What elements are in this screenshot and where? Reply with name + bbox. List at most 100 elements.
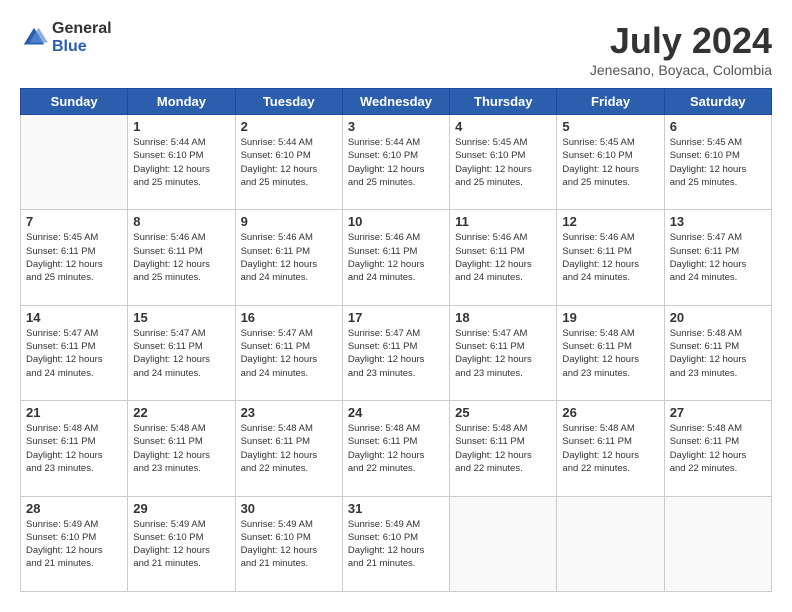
day-info: Sunrise: 5:48 AM Sunset: 6:11 PM Dayligh… <box>133 422 229 475</box>
day-number: 22 <box>133 405 229 420</box>
calendar-cell: 8 Sunrise: 5:46 AM Sunset: 6:11 PM Daylig… <box>128 210 235 305</box>
calendar-cell: 1Sunrise: 5:44 AM Sunset: 6:10 PM Daylig… <box>128 115 235 210</box>
calendar-cell: 21 Sunrise: 5:48 AM Sunset: 6:11 PM Dayli… <box>21 401 128 496</box>
day-info: Sunrise: 5:48 AM Sunset: 6:11 PM Dayligh… <box>670 327 766 380</box>
day-info: Sunrise: 5:47 AM Sunset: 6:11 PM Dayligh… <box>348 327 444 380</box>
calendar-cell: 19Sunrise: 5:48 AM Sunset: 6:11 PM Dayli… <box>557 305 664 400</box>
day-info: Sunrise: 5:44 AM Sunset: 6:10 PM Dayligh… <box>241 136 337 189</box>
col-saturday: Saturday <box>664 89 771 115</box>
day-info: Sunrise: 5:46 AM Sunset: 6:11 PM Dayligh… <box>241 231 337 284</box>
day-info: Sunrise: 5:46 AM Sunset: 6:11 PM Dayligh… <box>133 231 229 284</box>
day-number: 24 <box>348 405 444 420</box>
day-number: 12 <box>562 214 658 229</box>
day-number: 26 <box>562 405 658 420</box>
week-row-3: 14 Sunrise: 5:47 AM Sunset: 6:11 PM Dayli… <box>21 305 772 400</box>
calendar-cell: 13Sunrise: 5:47 AM Sunset: 6:11 PM Dayli… <box>664 210 771 305</box>
day-info: Sunrise: 5:46 AM Sunset: 6:11 PM Dayligh… <box>562 231 658 284</box>
day-info: Sunrise: 5:49 AM Sunset: 6:10 PM Dayligh… <box>241 518 337 571</box>
day-info: Sunrise: 5:45 AM Sunset: 6:10 PM Dayligh… <box>455 136 551 189</box>
day-number: 5 <box>562 119 658 134</box>
day-info: Sunrise: 5:46 AM Sunset: 6:11 PM Dayligh… <box>455 231 551 284</box>
calendar-cell: 18 Sunrise: 5:47 AM Sunset: 6:11 PM Dayli… <box>450 305 557 400</box>
calendar-cell: 5Sunrise: 5:45 AM Sunset: 6:10 PM Daylig… <box>557 115 664 210</box>
calendar-cell: 17Sunrise: 5:47 AM Sunset: 6:11 PM Dayli… <box>342 305 449 400</box>
calendar-cell: 4 Sunrise: 5:45 AM Sunset: 6:10 PM Daylig… <box>450 115 557 210</box>
calendar-cell: 10 Sunrise: 5:46 AM Sunset: 6:11 PM Dayli… <box>342 210 449 305</box>
calendar-header-row: Sunday Monday Tuesday Wednesday Thursday… <box>21 89 772 115</box>
logo: General Blue <box>20 20 112 55</box>
day-number: 13 <box>670 214 766 229</box>
day-info: Sunrise: 5:47 AM Sunset: 6:11 PM Dayligh… <box>455 327 551 380</box>
logo-general-text: General <box>52 20 112 38</box>
day-info: Sunrise: 5:47 AM Sunset: 6:11 PM Dayligh… <box>241 327 337 380</box>
day-number: 9 <box>241 214 337 229</box>
col-monday: Monday <box>128 89 235 115</box>
day-number: 28 <box>26 501 122 516</box>
calendar-cell: 16 Sunrise: 5:47 AM Sunset: 6:11 PM Dayli… <box>235 305 342 400</box>
day-info: Sunrise: 5:48 AM Sunset: 6:11 PM Dayligh… <box>562 327 658 380</box>
calendar-cell <box>664 496 771 591</box>
logo-icon <box>20 24 48 52</box>
day-info: Sunrise: 5:44 AM Sunset: 6:10 PM Dayligh… <box>348 136 444 189</box>
day-info: Sunrise: 5:45 AM Sunset: 6:10 PM Dayligh… <box>670 136 766 189</box>
calendar-cell: 11 Sunrise: 5:46 AM Sunset: 6:11 PM Dayli… <box>450 210 557 305</box>
calendar-cell <box>21 115 128 210</box>
logo-text: General Blue <box>52 20 112 55</box>
calendar-cell: 23 Sunrise: 5:48 AM Sunset: 6:11 PM Dayli… <box>235 401 342 496</box>
day-number: 1 <box>133 119 229 134</box>
day-info: Sunrise: 5:48 AM Sunset: 6:11 PM Dayligh… <box>26 422 122 475</box>
calendar-cell: 25Sunrise: 5:48 AM Sunset: 6:11 PM Dayli… <box>450 401 557 496</box>
week-row-5: 28 Sunrise: 5:49 AM Sunset: 6:10 PM Dayli… <box>21 496 772 591</box>
day-number: 20 <box>670 310 766 325</box>
col-tuesday: Tuesday <box>235 89 342 115</box>
col-sunday: Sunday <box>21 89 128 115</box>
calendar-cell: 7Sunrise: 5:45 AM Sunset: 6:11 PM Daylig… <box>21 210 128 305</box>
calendar-cell: 6 Sunrise: 5:45 AM Sunset: 6:10 PM Daylig… <box>664 115 771 210</box>
col-friday: Friday <box>557 89 664 115</box>
day-info: Sunrise: 5:48 AM Sunset: 6:11 PM Dayligh… <box>241 422 337 475</box>
day-info: Sunrise: 5:49 AM Sunset: 6:10 PM Dayligh… <box>348 518 444 571</box>
header: General Blue July 2024 Jenesano, Boyaca,… <box>20 20 772 78</box>
calendar-cell: 30 Sunrise: 5:49 AM Sunset: 6:10 PM Dayli… <box>235 496 342 591</box>
week-row-1: 1 Sunrise: 5:44 AM Sunset: 6:10 PM Daylig… <box>21 115 772 210</box>
week-row-2: 7Sunrise: 5:45 AM Sunset: 6:11 PM Daylig… <box>21 210 772 305</box>
day-info: Sunrise: 5:47 AM Sunset: 6:11 PM Dayligh… <box>133 327 229 380</box>
day-number: 10 <box>348 214 444 229</box>
day-number: 8 <box>133 214 229 229</box>
calendar-cell: 22 Sunrise: 5:48 AM Sunset: 6:11 PM Dayli… <box>128 401 235 496</box>
day-number: 3 <box>348 119 444 134</box>
day-info: Sunrise: 5:48 AM Sunset: 6:11 PM Dayligh… <box>562 422 658 475</box>
col-wednesday: Wednesday <box>342 89 449 115</box>
day-number: 30 <box>241 501 337 516</box>
month-year: July 2024 <box>590 20 772 62</box>
col-thursday: Thursday <box>450 89 557 115</box>
day-number: 21 <box>26 405 122 420</box>
day-info: Sunrise: 5:45 AM Sunset: 6:11 PM Dayligh… <box>26 231 122 284</box>
day-number: 15 <box>133 310 229 325</box>
day-info: Sunrise: 5:49 AM Sunset: 6:10 PM Dayligh… <box>133 518 229 571</box>
day-info: Sunrise: 5:46 AM Sunset: 6:11 PM Dayligh… <box>348 231 444 284</box>
calendar-cell <box>557 496 664 591</box>
day-number: 23 <box>241 405 337 420</box>
logo-blue-text: Blue <box>52 38 112 56</box>
day-number: 14 <box>26 310 122 325</box>
page: General Blue July 2024 Jenesano, Boyaca,… <box>0 0 792 612</box>
day-number: 18 <box>455 310 551 325</box>
day-number: 11 <box>455 214 551 229</box>
calendar-cell: 28Sunrise: 5:49 AM Sunset: 6:10 PM Dayli… <box>21 496 128 591</box>
day-number: 6 <box>670 119 766 134</box>
calendar-cell: 15 Sunrise: 5:47 AM Sunset: 6:11 PM Dayli… <box>128 305 235 400</box>
calendar-cell: 9 Sunrise: 5:46 AM Sunset: 6:11 PM Daylig… <box>235 210 342 305</box>
calendar-table: Sunday Monday Tuesday Wednesday Thursday… <box>20 88 772 592</box>
day-number: 2 <box>241 119 337 134</box>
calendar-cell: 31 Sunrise: 5:49 AM Sunset: 6:10 PM Dayli… <box>342 496 449 591</box>
day-number: 29 <box>133 501 229 516</box>
day-info: Sunrise: 5:48 AM Sunset: 6:11 PM Dayligh… <box>670 422 766 475</box>
day-number: 16 <box>241 310 337 325</box>
calendar-cell: 12 Sunrise: 5:46 AM Sunset: 6:11 PM Dayli… <box>557 210 664 305</box>
calendar-cell: 29 Sunrise: 5:49 AM Sunset: 6:10 PM Dayli… <box>128 496 235 591</box>
calendar-cell: 27Sunrise: 5:48 AM Sunset: 6:11 PM Dayli… <box>664 401 771 496</box>
day-number: 4 <box>455 119 551 134</box>
day-number: 31 <box>348 501 444 516</box>
calendar-cell: 14Sunrise: 5:47 AM Sunset: 6:11 PM Dayli… <box>21 305 128 400</box>
